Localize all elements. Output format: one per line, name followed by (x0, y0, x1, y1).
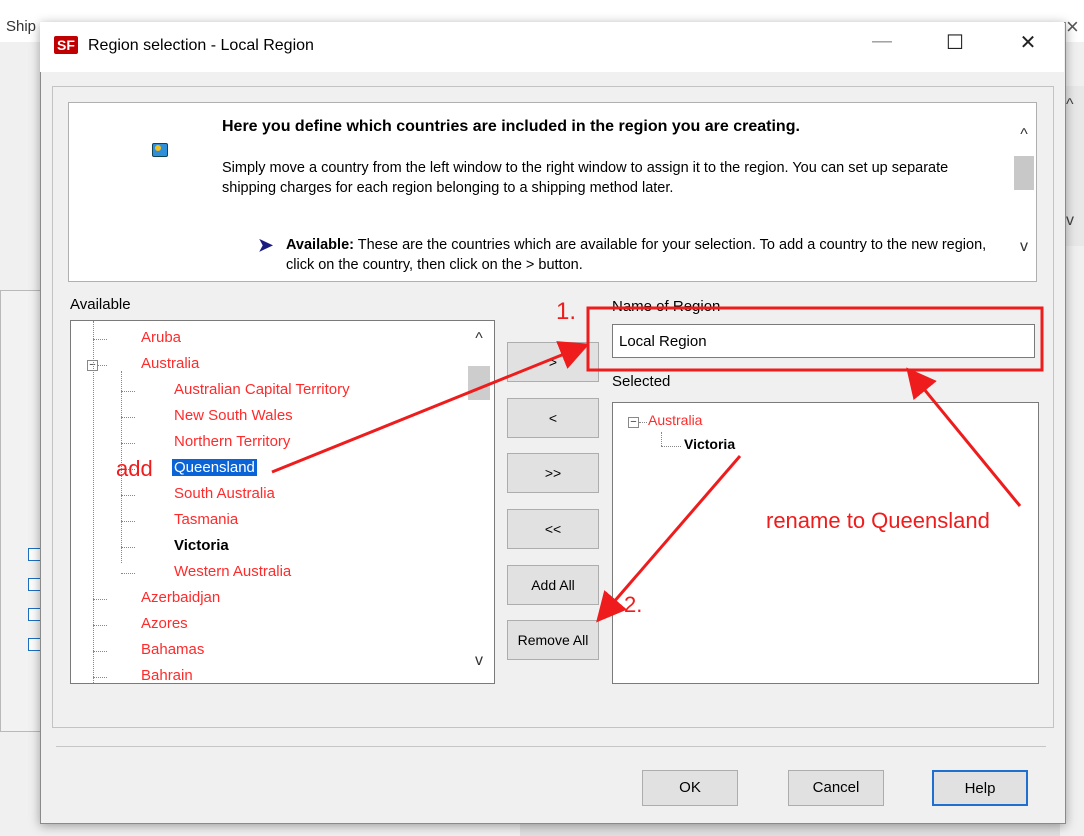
annotation-step-2: 2. (624, 592, 643, 617)
annotation-step-1: 1. (556, 298, 577, 325)
remove-all-arrow (596, 455, 742, 623)
add-arrow (271, 341, 590, 474)
annotation-overlay (271, 306, 1044, 623)
annotation-rename: rename to Queensland (766, 508, 990, 533)
rename-arrow (906, 367, 1022, 507)
rename-highlight-box (586, 306, 1044, 372)
annotation-add: add (116, 456, 153, 481)
